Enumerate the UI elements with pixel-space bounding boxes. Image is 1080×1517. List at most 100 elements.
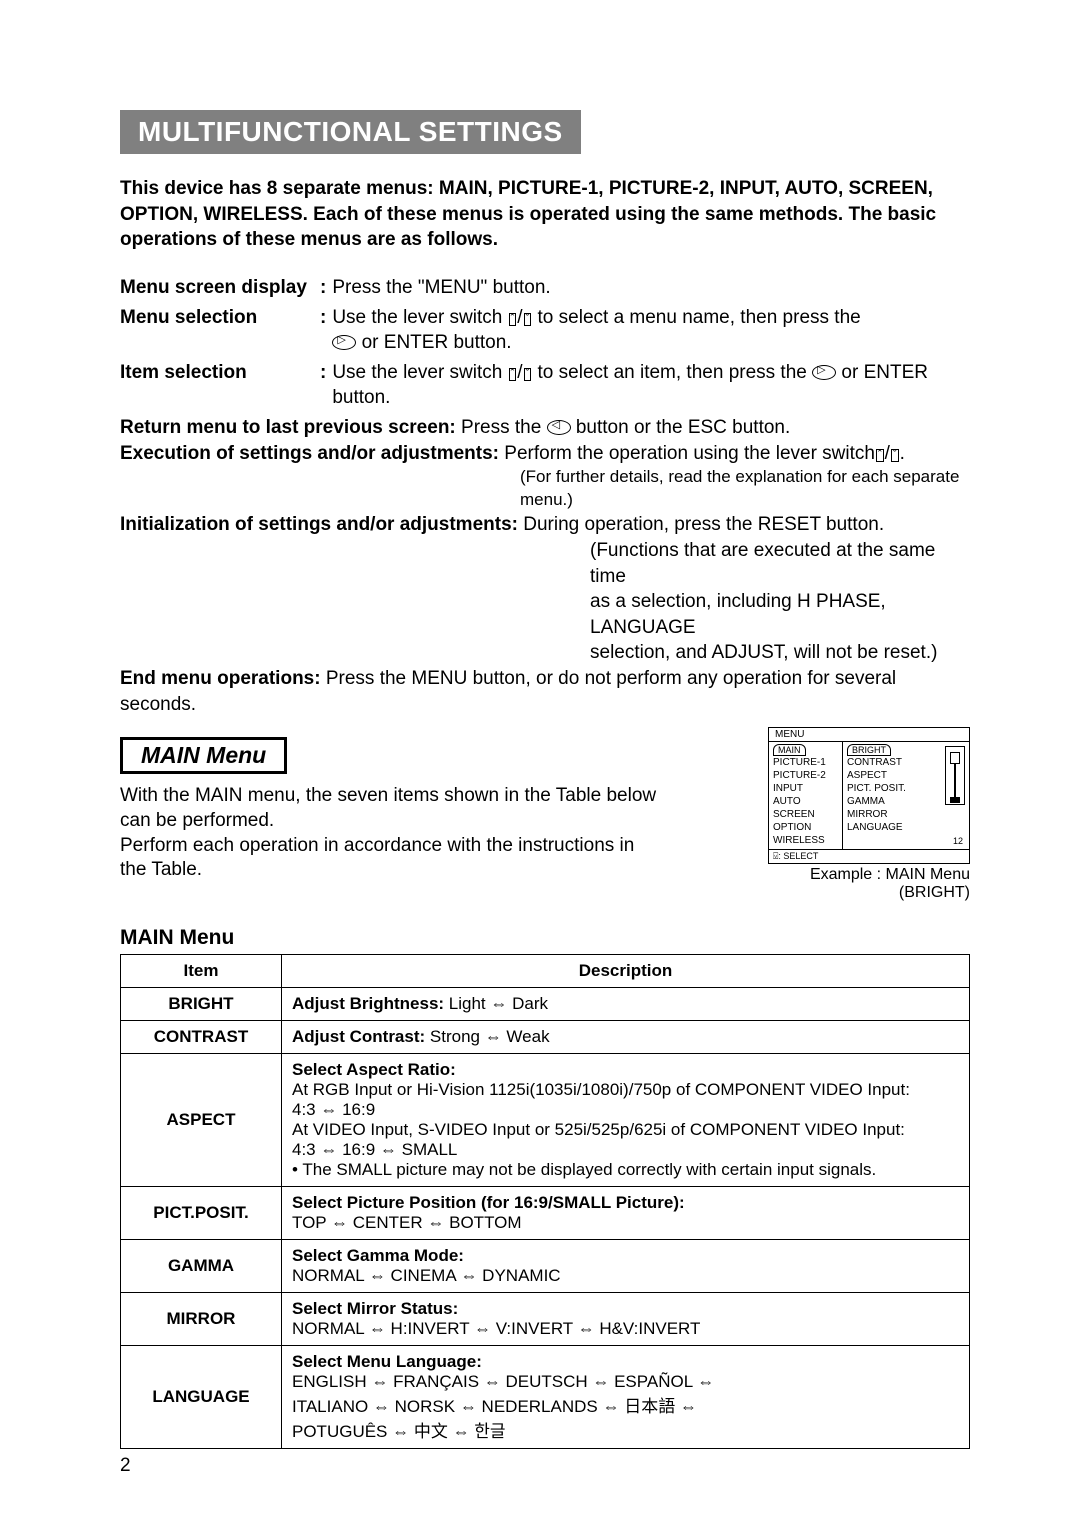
osd-item: OPTION (773, 821, 838, 834)
op-execution: Execution of settings and/or adjustments… (120, 441, 970, 513)
osd-window: MENU MAIN PICTURE-1 PICTURE-2 INPUT AUTO… (768, 727, 970, 864)
op-menu-screen: Menu screen display : Press the "MENU" b… (120, 275, 970, 301)
row-item: BRIGHT (121, 988, 282, 1021)
op-label: Initialization of settings and/or adjust… (120, 514, 518, 535)
op-value: Press the "MENU" button. (332, 275, 970, 301)
txt: (BRIGHT) (899, 884, 970, 901)
osd-select-hint: ⍌: SELECT (769, 849, 969, 863)
row-item: MIRROR (121, 1293, 282, 1346)
txt: to select an item, then press the (532, 362, 812, 383)
desc-title: Select Picture Position (for 16:9/SMALL … (292, 1193, 685, 1212)
row-description: Select Picture Position (for 16:9/SMALL … (282, 1187, 970, 1240)
osd-item: PICTURE-1 (773, 756, 838, 769)
row-item: ASPECT (121, 1054, 282, 1187)
section-desc: With the MAIN menu, the seven items show… (120, 784, 660, 883)
row-description: Select Menu Language: ENGLISH ⇔ FRANÇAIS… (282, 1346, 970, 1449)
table-row: CONTRASTAdjust Contrast: Strong ⇔ Weak (121, 1021, 970, 1054)
osd-title: MENU (769, 728, 969, 741)
osd-example: MENU MAIN PICTURE-1 PICTURE-2 INPUT AUTO… (760, 737, 970, 902)
osd-item: SCREEN (773, 808, 838, 821)
osd-tab: MAIN (773, 744, 806, 756)
op-menu-selection: Menu selection : Use the lever switch ˆ/… (120, 305, 970, 356)
row-description: Adjust Contrast: Strong ⇔ Weak (282, 1021, 970, 1054)
txt: Use the lever switch (332, 307, 507, 328)
desc-body: Strong ⇔ Weak (425, 1027, 549, 1046)
txt: Example : MAIN Menu (810, 866, 970, 883)
desc-body: NORMAL ⇔ CINEMA ⇔ DYNAMIC (292, 1266, 561, 1285)
main-menu-table: Item Description BRIGHTAdjust Brightness… (120, 954, 970, 1449)
note: (Functions that are executed at the same… (590, 538, 970, 589)
op-end: End menu operations: Press the MENU butt… (120, 666, 970, 717)
desc-title: Select Menu Language: (292, 1352, 482, 1371)
osd-item: PICTURE-2 (773, 769, 838, 782)
op-item-selection: Item selection : Use the lever switch ˆ/… (120, 360, 970, 411)
desc-body: ENGLISH ⇔ FRANÇAIS ⇔ DEUTSCH ⇔ ESPAÑOL ⇔… (292, 1372, 714, 1441)
op-label: Item selection (120, 360, 320, 411)
note: (For further details, read the explanati… (520, 466, 970, 512)
section-header-row: MAIN Menu With the MAIN menu, the seven … (120, 737, 970, 902)
col-item: Item (121, 955, 282, 988)
row-description: Select Gamma Mode: NORMAL ⇔ CINEMA ⇔ DYN… (282, 1240, 970, 1293)
lever-up-icon: ˆ (509, 368, 517, 381)
txt: With the MAIN menu, the seven items show… (120, 785, 656, 831)
txt: Perform each operation in accordance wit… (120, 835, 634, 881)
lever-down-icon: ˇ (524, 368, 532, 381)
lever-down-icon: ˇ (891, 449, 899, 462)
op-label: Execution of settings and/or adjustments… (120, 443, 499, 464)
play-button-icon (812, 365, 836, 380)
intro-text: This device has 8 separate menus: MAIN, … (120, 176, 970, 253)
row-item: GAMMA (121, 1240, 282, 1293)
colon: : (320, 275, 332, 301)
osd-item: MIRROR (847, 808, 965, 821)
table-row: MIRRORSelect Mirror Status: NORMAL ⇔ H:I… (121, 1293, 970, 1346)
desc-body: Light ⇔ Dark (444, 994, 548, 1013)
note: selection, and ADJUST, will not be reset… (590, 640, 970, 666)
table-row: LANGUAGESelect Menu Language: ENGLISH ⇔ … (121, 1346, 970, 1449)
slider-track-icon (954, 764, 956, 797)
slider-base-icon (950, 797, 960, 803)
desc-title: Adjust Brightness: (292, 994, 444, 1013)
osd-item: INPUT (773, 782, 838, 795)
txt: : SELECT (778, 851, 818, 861)
osd-right-column: BRIGHT CONTRAST ASPECT PICT. POSIT. GAMM… (843, 742, 969, 849)
txt: to select a menu name, then press the (532, 307, 860, 328)
page-title-banner: MULTIFUNCTIONAL SETTINGS (120, 110, 581, 154)
op-label: End menu operations: (120, 668, 321, 689)
desc-title: Select Mirror Status: (292, 1299, 458, 1318)
osd-item: AUTO (773, 795, 838, 808)
row-item: PICT.POSIT. (121, 1187, 282, 1240)
lever-down-icon: ˇ (524, 313, 532, 326)
table-row: GAMMASelect Gamma Mode: NORMAL ⇔ CINEMA … (121, 1240, 970, 1293)
osd-item: LANGUAGE (847, 821, 965, 834)
txt: During operation, press the RESET button… (523, 514, 884, 535)
colon: : (320, 360, 332, 411)
operations-list: Menu screen display : Press the "MENU" b… (120, 275, 970, 717)
osd-value: 12 (953, 835, 963, 847)
desc-body: NORMAL ⇔ H:INVERT ⇔ V:INVERT ⇔ H&V:INVER… (292, 1319, 700, 1338)
txt: Perform the operation using the lever sw… (504, 443, 875, 464)
row-description: Select Mirror Status: NORMAL ⇔ H:INVERT … (282, 1293, 970, 1346)
op-label: Menu screen display (120, 275, 320, 301)
col-description: Description (282, 955, 970, 988)
table-row: PICT.POSIT. Select Picture Position (for … (121, 1187, 970, 1240)
slider-knob-icon (950, 752, 960, 764)
lever-up-icon: ˆ (509, 313, 517, 326)
txt: Press the (461, 417, 547, 438)
back-button-icon (547, 420, 571, 435)
colon: : (320, 305, 332, 356)
section-title-box: MAIN Menu (120, 737, 287, 774)
desc-body: TOP ⇔ CENTER ⇔ BOTTOM (292, 1213, 522, 1232)
osd-left-column: MAIN PICTURE-1 PICTURE-2 INPUT AUTO SCRE… (769, 742, 843, 849)
lever-up-icon: ˆ (876, 449, 884, 462)
desc-body: At RGB Input or Hi-Vision 1125i(1035i/10… (292, 1080, 910, 1179)
op-value: Use the lever switch ˆ/ˇ to select a men… (332, 305, 970, 356)
row-item: LANGUAGE (121, 1346, 282, 1449)
osd-slider (945, 746, 965, 805)
manual-page: MULTIFUNCTIONAL SETTINGS This device has… (0, 0, 1080, 1517)
txt: or ENTER button. (356, 332, 511, 353)
table-title: MAIN Menu (120, 926, 234, 950)
op-initialization: Initialization of settings and/or adjust… (120, 512, 970, 666)
row-description: Adjust Brightness: Light ⇔ Dark (282, 988, 970, 1021)
row-description: Select Aspect Ratio: At RGB Input or Hi-… (282, 1054, 970, 1187)
txt: button or the ESC button. (571, 417, 791, 438)
